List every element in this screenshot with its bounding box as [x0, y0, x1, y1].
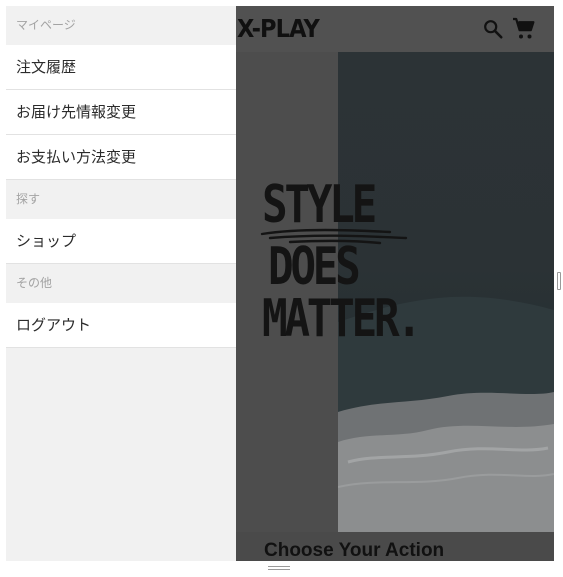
resize-grip[interactable] — [268, 566, 290, 572]
section-title: Choose Your Action — [264, 540, 445, 561]
choose-section: Choose Your Action — [236, 532, 554, 561]
side-drawer: マイページ 注文履歴 お届け先情報変更 お支払い方法変更 探す ショップ その他… — [6, 6, 236, 561]
menu-item-shipping-address[interactable]: お届け先情報変更 — [6, 90, 236, 135]
search-icon[interactable] — [482, 18, 504, 40]
section-header-explore: 探す — [6, 180, 236, 219]
site-logo[interactable]: X-PLAY — [237, 15, 320, 43]
scrollbar-thumb[interactable] — [557, 272, 561, 290]
slogan-line: DOES — [268, 237, 361, 297]
menu-item-payment-method[interactable]: お支払い方法変更 — [6, 135, 236, 180]
slogan-line: MATTER. — [262, 289, 422, 349]
cart-icon[interactable] — [512, 17, 536, 41]
menu-item-shop[interactable]: ショップ — [6, 219, 236, 264]
main-page: X-PLAY STYLE DOES MATTER. Choose Your Ac… — [236, 6, 554, 561]
menu-item-order-history[interactable]: 注文履歴 — [6, 45, 236, 90]
section-header-mypage: マイページ — [6, 6, 236, 45]
menu-item-logout[interactable]: ログアウト — [6, 303, 236, 348]
section-header-other: その他 — [6, 264, 236, 303]
app-frame: マイページ 注文履歴 お届け先情報変更 お支払い方法変更 探す ショップ その他… — [6, 6, 554, 561]
site-header: X-PLAY — [236, 6, 554, 52]
